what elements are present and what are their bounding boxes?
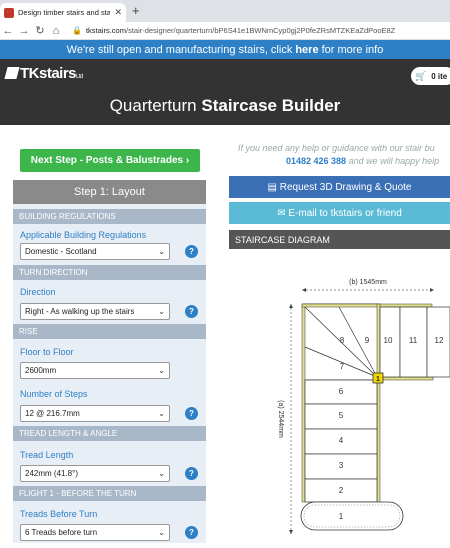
step-number: 7 (340, 362, 345, 371)
chevron-down-icon: ⌄ (158, 469, 165, 478)
chevron-down-icon: ⌄ (158, 307, 165, 316)
section-turn-direction: Turn Direction (13, 265, 206, 280)
staircase-svg: (b) 1545mm (a) 2544mm 1 1 2 3 4 5 6 7 8 … (277, 279, 450, 534)
help-icon[interactable]: ? (185, 245, 198, 258)
next-step-button[interactable]: Next Step - Posts & Balustrades › (20, 149, 200, 172)
request-3d-label: Request 3D Drawing & Quote (279, 181, 412, 193)
chevron-down-icon: ⌄ (158, 528, 165, 537)
help-text-rest: and we will happy help (348, 156, 440, 166)
chevron-down-icon: ⌄ (158, 366, 165, 375)
treads-before-turn-select[interactable]: 6 Treads before turn ⌄ (20, 524, 170, 541)
section-tread-length: Tread Length & Angle (13, 426, 206, 441)
section-rise: Rise (13, 324, 206, 339)
step-number: 4 (339, 436, 344, 445)
staircase-diagram: (b) 1545mm (a) 2544mm 1 1 2 3 4 5 6 7 8 … (229, 249, 450, 543)
number-of-steps-value: 12 @ 216.7mm (25, 409, 80, 418)
url-path: /stair-designer/quarterturn/bP6S41e1BWNm… (125, 26, 396, 35)
url-domain: tkstairs.com (85, 26, 126, 35)
envelope-icon: ✉ (277, 207, 286, 219)
email-button[interactable]: ✉ E-mail to tkstairs or friend (229, 202, 450, 224)
title-main: Staircase Builder (201, 96, 341, 115)
treads-before-turn-label: Treads Before Turn (20, 509, 98, 519)
notice-banner: We're still open and manufacturing stair… (0, 40, 450, 59)
logo-sub: Ltd (76, 74, 83, 80)
section-building-regulations: Building Regulations (13, 209, 206, 224)
direction-select[interactable]: Right - As walking up the stairs ⌄ (20, 303, 170, 320)
forward-icon[interactable]: → (16, 25, 32, 37)
number-of-steps-label: Number of Steps (20, 389, 88, 399)
step-number: 8 (340, 336, 345, 345)
floor-to-floor-label: Floor to Floor (20, 347, 74, 357)
help-icon[interactable]: ? (185, 407, 198, 420)
step-number: 5 (339, 411, 344, 420)
url-field[interactable]: tkstairs.com/stair-designer/quarterturn/… (86, 26, 395, 35)
step-number: 1 (339, 512, 344, 521)
cart-icon: 🛒 (415, 70, 427, 81)
number-of-steps-select[interactable]: 12 @ 216.7mm ⌄ (20, 405, 170, 422)
title-prefix: Quarterturn (109, 96, 197, 115)
regs-select[interactable]: Domestic - Scotland ⌄ (20, 243, 170, 260)
logo-text: TKstairs (20, 65, 77, 82)
help-text-line2: 01482 426 388 and we will happy help (286, 156, 439, 166)
tread-length-value: 242mm (41.8°) (25, 469, 78, 478)
request-3d-drawing-button[interactable]: ▤ Request 3D Drawing & Quote (229, 176, 450, 198)
regs-value: Domestic - Scotland (25, 247, 97, 256)
back-icon[interactable]: ← (0, 25, 16, 37)
notice-link[interactable]: here (295, 44, 318, 56)
step-number: 11 (409, 336, 418, 345)
home-icon[interactable]: ⌂ (48, 25, 64, 37)
lock-icon[interactable]: 🔒 (72, 26, 82, 35)
email-label: E-mail to tkstairs or friend (288, 207, 402, 219)
floor-to-floor-select[interactable]: 2600mm ⌄ (20, 362, 170, 379)
floor-to-floor-value: 2600mm (25, 366, 57, 375)
chevron-down-icon: ⌄ (158, 409, 165, 418)
tread-length-select[interactable]: 242mm (41.8°) ⌄ (20, 465, 170, 482)
new-tab-icon[interactable]: + (132, 3, 140, 18)
phone-link[interactable]: 01482 426 388 (286, 156, 346, 166)
direction-value: Right - As walking up the stairs (25, 307, 135, 316)
cart-button[interactable]: 🛒 0 ite (411, 67, 450, 85)
step-number: 9 (365, 336, 370, 345)
newel-marker: 1 (376, 376, 380, 383)
site-header: TKstairsLtd 🛒 0 ite (0, 59, 450, 91)
width-dimension-label: (b) 1545mm (349, 279, 387, 286)
close-tab-icon[interactable]: ✕ (114, 7, 122, 18)
treads-before-turn-value: 6 Treads before turn (25, 528, 98, 537)
help-text: If you need any help or guidance with ou… (238, 143, 435, 153)
next-step-label: Next Step - Posts & Balustrades (30, 155, 184, 166)
section-flight-1: Flight 1 - Before the Turn (13, 486, 206, 501)
help-icon[interactable]: ? (185, 526, 198, 539)
help-icon[interactable]: ? (185, 305, 198, 318)
notice-text-after: for more info (321, 43, 384, 56)
layout-panel: Next Step - Posts & Balustrades › Step 1… (0, 125, 215, 543)
diagram-title: STAIRCASE DIAGRAM (229, 230, 450, 249)
browser-tab[interactable]: Design timber stairs and staircase ✕ (0, 3, 126, 22)
favicon-icon (4, 7, 14, 18)
browser-tab-bar: Design timber stairs and staircase ✕ + (0, 0, 450, 22)
notice-text: We're still open and manufacturing stair… (66, 43, 293, 56)
step-number: 6 (339, 387, 344, 396)
logo-mark-icon (4, 67, 20, 79)
tab-title: Design timber stairs and staircase (18, 8, 111, 17)
document-icon: ▤ (267, 181, 277, 193)
step-number: 10 (384, 336, 393, 345)
direction-label: Direction (20, 287, 56, 297)
step-number: 2 (339, 486, 344, 495)
step-number: 3 (339, 461, 344, 470)
address-bar: ← → ↻ ⌂ 🔒 tkstairs.com/stair-designer/qu… (0, 22, 450, 40)
site-logo[interactable]: TKstairsLtd (4, 65, 83, 82)
cart-label: 0 ite (431, 71, 448, 81)
chevron-right-icon: › (185, 155, 190, 166)
step-number: 12 (435, 336, 444, 345)
page-title: Quarterturn Staircase Builder (0, 91, 450, 125)
reload-icon[interactable]: ↻ (32, 24, 48, 37)
tread-length-label: Tread Length (20, 450, 74, 460)
step-title: Step 1: Layout (13, 180, 206, 204)
regs-label: Applicable Building Regulations (20, 230, 147, 240)
height-dimension-label: (a) 2544mm (277, 400, 284, 438)
help-icon[interactable]: ? (185, 467, 198, 480)
chevron-down-icon: ⌄ (158, 247, 165, 256)
